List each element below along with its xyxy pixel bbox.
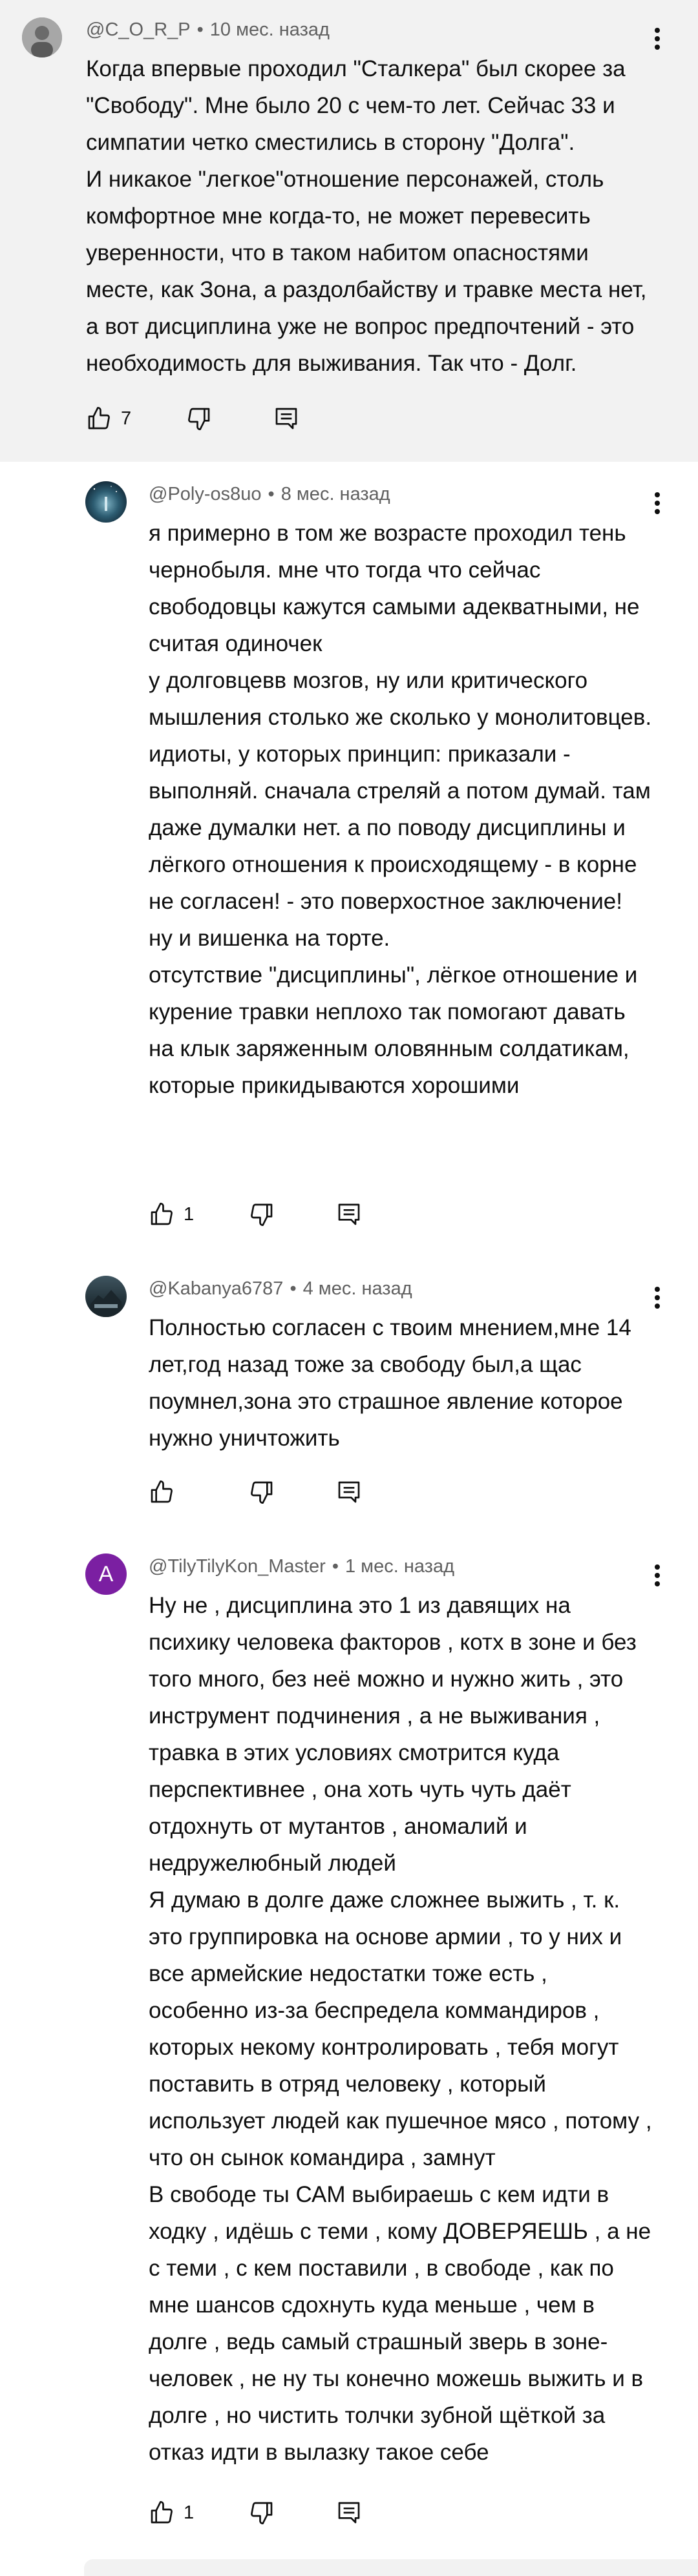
dislike-button[interactable] xyxy=(249,2493,275,2532)
profile-photo-icon xyxy=(22,17,62,57)
reply-icon xyxy=(275,408,297,430)
comment-actions: 1 xyxy=(149,2493,360,2532)
reply-button[interactable] xyxy=(336,2493,362,2532)
thumb-down-icon xyxy=(251,1203,273,1226)
avatar[interactable]: A xyxy=(85,1553,127,1595)
comment-author[interactable]: @Poly-os8uo xyxy=(149,484,262,504)
comment-text: Полностью согласен с твоим мнением,мне 1… xyxy=(149,1315,631,1451)
thumb-down-icon xyxy=(251,1481,273,1504)
comment-card: @C_O_R_P • 10 мес. назад Когда впервые про… xyxy=(0,0,698,462)
comment-actions xyxy=(149,1473,360,1511)
meta-separator: • xyxy=(268,484,275,504)
like-count: 7 xyxy=(121,408,132,429)
dislike-button[interactable] xyxy=(249,1473,275,1511)
like-count: 1 xyxy=(184,1203,195,1225)
comment-author[interactable]: @C_O_R_P xyxy=(86,19,191,40)
thumb-down-icon xyxy=(188,408,210,430)
comment-actions: 1 xyxy=(149,1195,360,1234)
comment-card: @Kabanya6787 • 4 мес. назад Полностью согл… xyxy=(0,1256,698,1534)
comment-text: Когда впервые проходил "Сталкера" был ск… xyxy=(86,56,647,376)
like-button[interactable]: 1 xyxy=(149,2493,194,2532)
game-art-photo-icon xyxy=(85,1276,127,1317)
reply-button[interactable] xyxy=(336,1473,362,1511)
comment-meta: @Poly-os8uo • 8 мес. назад xyxy=(149,484,390,505)
comment-actions: 7 xyxy=(86,399,297,438)
comment-time[interactable]: 8 мес. назад xyxy=(281,484,390,504)
comment-time[interactable]: 1 мес. назад xyxy=(345,1556,454,1577)
reply-icon xyxy=(338,1481,360,1503)
meta-separator: • xyxy=(196,19,204,40)
like-button[interactable] xyxy=(149,1473,184,1511)
meta-separator: • xyxy=(290,1278,297,1299)
thumb-up-icon xyxy=(151,1480,173,1503)
comment-meta: @Kabanya6787 • 4 мес. назад xyxy=(149,1278,412,1300)
comment-meta: @TilyTilyKon_Master • 1 мес. назад xyxy=(149,1556,454,1577)
comment-text: я примерно в том же возрасте проходил те… xyxy=(149,521,652,1098)
reply-button[interactable] xyxy=(273,399,299,438)
comment-card: A @TilyTilyKon_Master • 1 мес. назад Ну не… xyxy=(0,1534,698,2559)
thumb-up-icon xyxy=(151,1203,173,1225)
comment-meta: @C_O_R_P • 10 мес. назад xyxy=(86,19,330,41)
avatar[interactable] xyxy=(22,17,62,57)
like-count: 1 xyxy=(184,2502,195,2523)
avatar[interactable] xyxy=(85,481,127,523)
comment-author[interactable]: @TilyTilyKon_Master xyxy=(149,1556,326,1577)
more-vertical-icon[interactable] xyxy=(644,26,670,52)
next-reply-placeholder xyxy=(84,2559,698,2576)
comment-text: Ну не , дисциплина это 1 из давящих на п… xyxy=(149,1593,652,2465)
dislike-button[interactable] xyxy=(249,1195,275,1234)
reply-button[interactable] xyxy=(336,1195,362,1234)
more-vertical-icon[interactable] xyxy=(644,1285,670,1311)
more-vertical-icon[interactable] xyxy=(644,1563,670,1588)
avatar-letter: A xyxy=(98,1561,114,1586)
comment-author[interactable]: @Kabanya6787 xyxy=(149,1278,283,1299)
like-button[interactable]: 7 xyxy=(86,399,131,438)
night-sky-photo-icon xyxy=(85,481,127,523)
avatar[interactable] xyxy=(85,1276,127,1317)
dislike-button[interactable] xyxy=(186,399,212,438)
thumb-down-icon xyxy=(251,2502,273,2524)
reply-icon xyxy=(338,2502,360,2524)
thumb-up-icon xyxy=(151,2501,173,2524)
like-button[interactable]: 1 xyxy=(149,1195,194,1234)
comment-time[interactable]: 10 мес. назад xyxy=(210,19,330,40)
reply-icon xyxy=(338,1203,360,1225)
more-vertical-icon[interactable] xyxy=(644,490,670,516)
meta-separator: • xyxy=(332,1556,339,1577)
comment-card: @Poly-os8uo • 8 мес. назад я примерно в то… xyxy=(0,462,698,1256)
thumb-up-icon xyxy=(88,407,110,430)
comment-time[interactable]: 4 мес. назад xyxy=(303,1278,412,1299)
